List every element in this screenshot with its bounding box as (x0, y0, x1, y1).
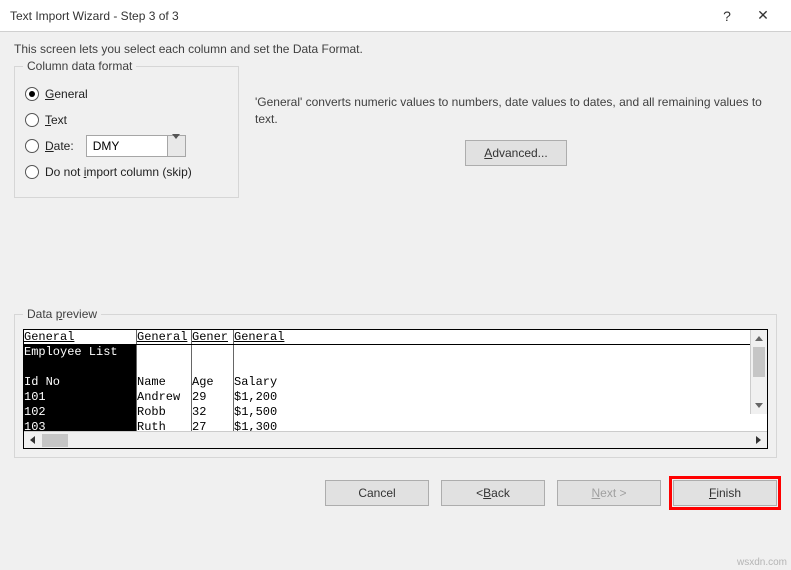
preview-legend: Data preview (23, 307, 101, 321)
preview-rows: Employee List Id No 101 102 103 Name And… (24, 345, 767, 431)
vertical-scrollbar[interactable] (750, 330, 767, 414)
preview-col-0[interactable]: Employee List Id No 101 102 103 (24, 345, 137, 431)
radio-text-label: Text (45, 113, 67, 127)
scroll-right-icon[interactable] (750, 432, 767, 449)
scroll-thumb-v[interactable] (753, 347, 765, 377)
radio-skip-label: Do not import column (skip) (45, 165, 192, 179)
scroll-thumb-h[interactable] (42, 434, 68, 447)
radio-general[interactable] (25, 87, 39, 101)
cancel-button[interactable]: Cancel (325, 480, 429, 506)
finish-button[interactable]: Finish (673, 480, 777, 506)
format-description-area: 'General' converts numeric values to num… (255, 66, 777, 206)
window-title: Text Import Wizard - Step 3 of 3 (10, 9, 709, 23)
preview-col-2[interactable]: Age 29 32 27 (192, 345, 234, 431)
radio-date-label: Date: (45, 139, 74, 153)
col-header-3[interactable]: General (234, 330, 764, 344)
titlebar: Text Import Wizard - Step 3 of 3 ? ✕ (0, 0, 791, 32)
scroll-down-icon[interactable] (751, 397, 767, 414)
back-button[interactable]: < Back (441, 480, 545, 506)
preview-col-3[interactable]: Salary $1,200 $1,500 $1,300 (234, 345, 764, 431)
close-button[interactable]: ✕ (745, 2, 781, 30)
chevron-down-icon[interactable] (167, 136, 185, 156)
watermark: wsxdn.com (737, 557, 787, 568)
intro-text: This screen lets you select each column … (14, 42, 777, 56)
advanced-button[interactable]: Advanced... (465, 140, 566, 166)
dialog-button-row: Cancel < Back Next > Finish (0, 466, 791, 518)
data-preview-group: Data preview General General Gener Gener… (14, 314, 777, 458)
date-format-value: DMY (87, 139, 167, 153)
scroll-up-icon[interactable] (751, 330, 767, 347)
col-header-1[interactable]: General (137, 330, 192, 344)
radio-date[interactable] (25, 139, 39, 153)
next-button: Next > (557, 480, 661, 506)
scroll-left-icon[interactable] (24, 432, 41, 449)
radio-text[interactable] (25, 113, 39, 127)
format-description: 'General' converts numeric values to num… (255, 94, 777, 128)
radio-general-label: General (45, 87, 88, 101)
col-header-2[interactable]: Gener (192, 330, 234, 344)
dialog-content: This screen lets you select each column … (0, 32, 791, 466)
format-legend: Column data format (23, 59, 136, 73)
horizontal-scrollbar[interactable] (24, 431, 767, 448)
date-format-select[interactable]: DMY (86, 135, 186, 157)
preview-headers: General General Gener General (24, 330, 767, 345)
column-data-format-group: Column data format General Text Date: DM… (14, 66, 239, 198)
col-header-0[interactable]: General (24, 330, 137, 344)
preview-col-1[interactable]: Name Andrew Robb Ruth (137, 345, 192, 431)
radio-skip[interactable] (25, 165, 39, 179)
preview-grid: General General Gener General Employee L… (23, 329, 768, 449)
help-button[interactable]: ? (709, 2, 745, 30)
